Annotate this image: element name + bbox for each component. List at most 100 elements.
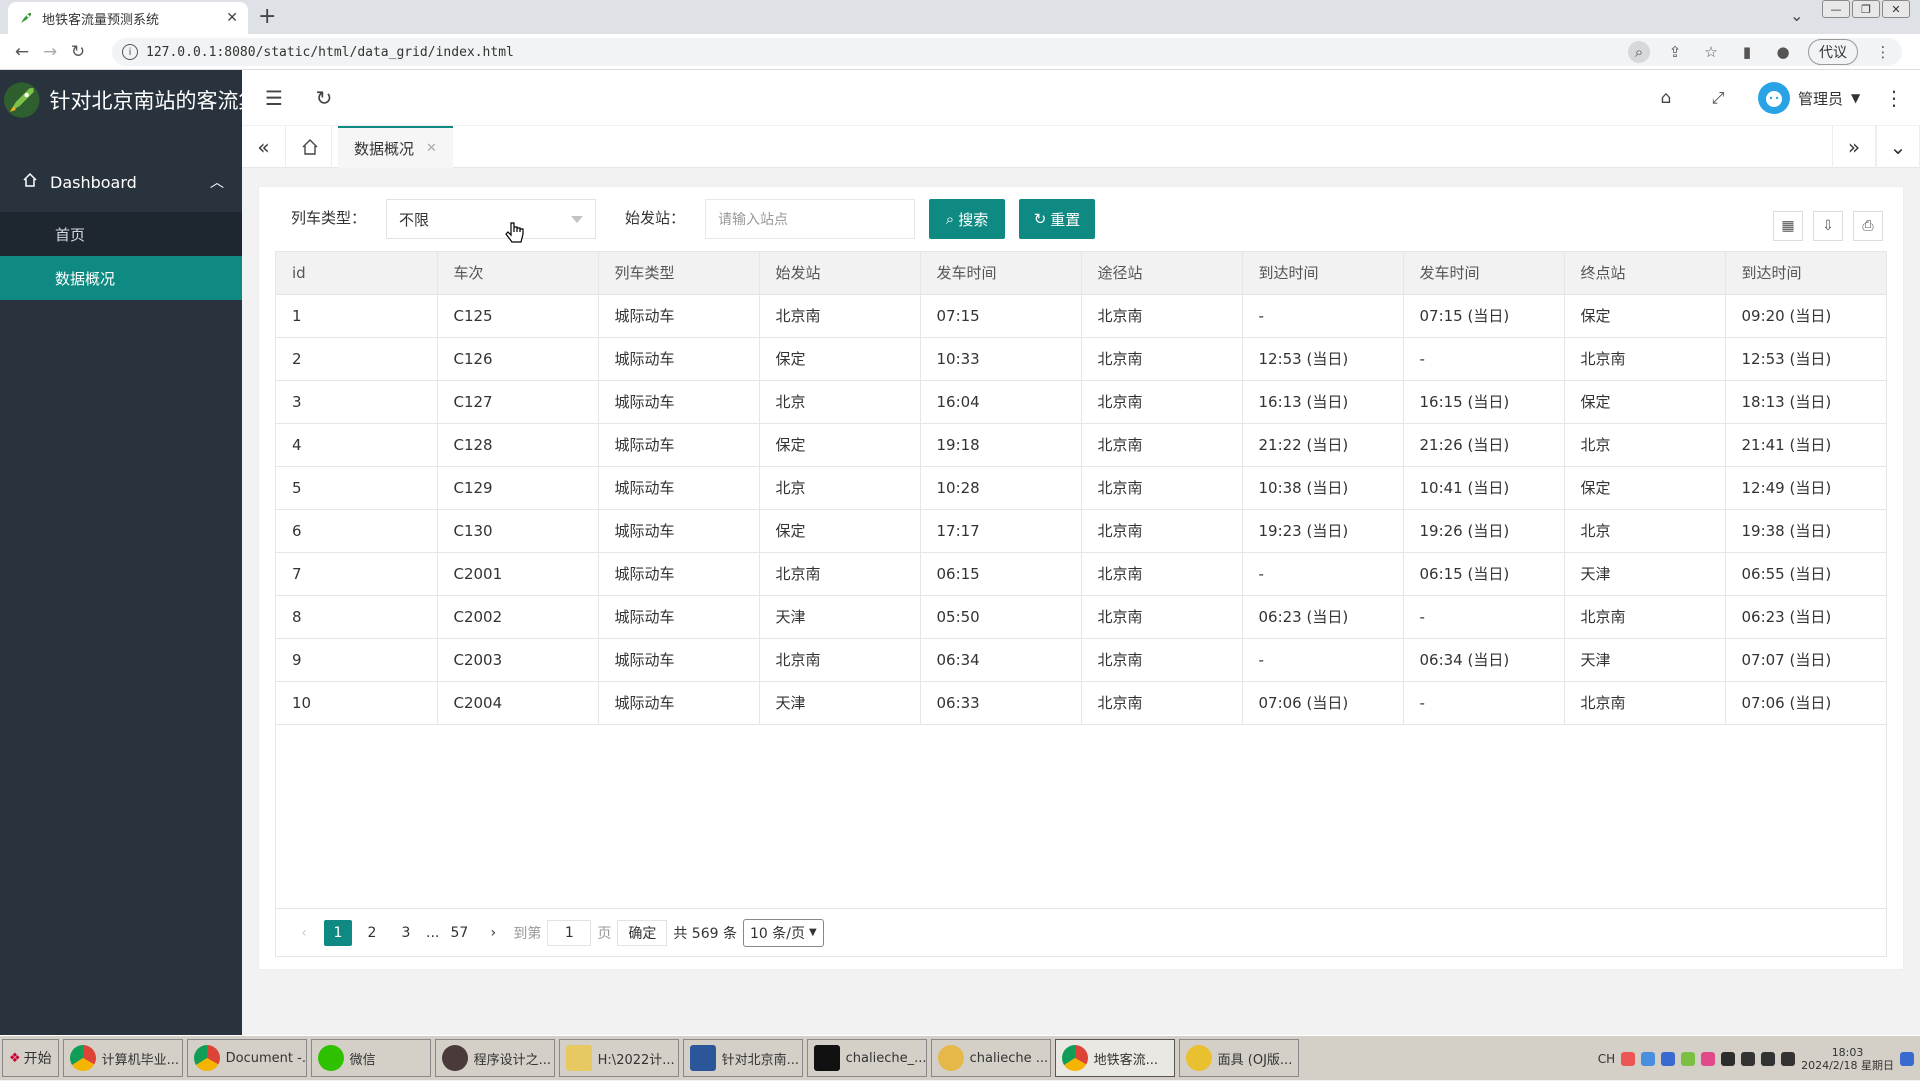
- print-icon[interactable]: ⎙: [1853, 211, 1883, 241]
- qq-icon[interactable]: [1781, 1051, 1796, 1066]
- table-row[interactable]: 5 C129 城际动车 北京 10:28 北京南 10:38 (当日) 10:41 (当日) 保…: [276, 466, 1886, 510]
- restore-icon[interactable]: ❐: [1852, 0, 1880, 18]
- search-button[interactable]: ⌕ 搜索: [929, 199, 1005, 239]
- origin-input[interactable]: 请输入站点: [705, 199, 915, 239]
- home-tab-icon[interactable]: [288, 126, 332, 168]
- fullscreen-icon[interactable]: ⤢: [1706, 86, 1730, 110]
- tray-app-icon[interactable]: [1681, 1051, 1696, 1066]
- tab-search-chevron-icon[interactable]: ⌄: [1790, 6, 1803, 25]
- task-folder[interactable]: H:\2022计...: [558, 1039, 679, 1077]
- column-header[interactable]: 车次: [437, 252, 599, 295]
- page-1[interactable]: 1: [324, 919, 352, 946]
- ime-icon[interactable]: [1621, 1051, 1636, 1066]
- clock[interactable]: 18:03 2024/2/18 星期日: [1801, 1046, 1894, 1072]
- scroll-right-double-chevron-icon[interactable]: »: [1832, 126, 1876, 168]
- nvidia-icon[interactable]: [1721, 1051, 1736, 1066]
- profile-icon[interactable]: ●: [1772, 41, 1794, 63]
- zoom-icon[interactable]: ⌕: [1628, 41, 1650, 63]
- input-lang[interactable]: CH: [1598, 1052, 1615, 1066]
- share-icon[interactable]: ⇪: [1664, 41, 1686, 63]
- task-navicat[interactable]: chalieche ...: [930, 1039, 1051, 1077]
- task-label: 地铁客流...: [1093, 1052, 1159, 1068]
- page-last[interactable]: 57: [445, 920, 473, 946]
- sidebar-item-home[interactable]: 首页: [0, 212, 242, 256]
- table-cell: C2001: [437, 552, 599, 596]
- mask-app-icon: [1185, 1045, 1212, 1071]
- table-cell: 北京: [759, 380, 921, 424]
- address-bar[interactable]: i 127.0.0.1:8080/static/html/data_grid/i…: [112, 38, 1902, 66]
- next-page-icon[interactable]: ›: [479, 920, 507, 946]
- table-row[interactable]: 6 C130 城际动车 保定 17:17 北京南 19:23 (当日) 19:26 (当日) 北…: [276, 509, 1886, 553]
- table-row[interactable]: 2 C126 城际动车 保定 10:33 北京南 12:53 (当日) - 北京南 12:53 (…: [276, 337, 1886, 381]
- task-chrome-1[interactable]: 计算机毕业...: [62, 1039, 183, 1077]
- column-header[interactable]: id: [276, 252, 438, 295]
- qq-icon[interactable]: [1761, 1051, 1776, 1066]
- new-tab-icon[interactable]: +: [258, 4, 276, 30]
- bookmark-star-icon[interactable]: ☆: [1700, 41, 1722, 63]
- tab-data-overview[interactable]: 数据概况 ✕: [338, 126, 453, 168]
- tag-icon[interactable]: ⌂: [1654, 86, 1678, 110]
- task-video[interactable]: 程序设计之...: [434, 1039, 555, 1077]
- more-vertical-icon[interactable]: ⋮: [1882, 86, 1906, 110]
- task-chrome-2[interactable]: Document -...: [186, 1039, 307, 1077]
- task-word[interactable]: 针对北京南...: [682, 1039, 803, 1077]
- side-panel-icon[interactable]: ▮: [1736, 41, 1758, 63]
- start-button[interactable]: ❖ 开始: [2, 1039, 59, 1077]
- tray-app-icon[interactable]: [1701, 1051, 1716, 1066]
- column-header[interactable]: 发车时间: [920, 252, 1082, 295]
- table-cell: 城际动车: [598, 380, 760, 424]
- table-row[interactable]: 4 C128 城际动车 保定 19:18 北京南 21:22 (当日) 21:26 (当日) 北…: [276, 423, 1886, 467]
- columns-filter-icon[interactable]: ▦: [1773, 211, 1803, 241]
- train-type-select[interactable]: 不限: [386, 199, 596, 239]
- column-header[interactable]: 始发站: [759, 252, 921, 295]
- column-header[interactable]: 途径站: [1081, 252, 1243, 295]
- sidebar-item-data-overview[interactable]: 数据概况: [0, 256, 242, 300]
- goto-page-input[interactable]: 1: [547, 919, 592, 946]
- table-cell: 4: [276, 423, 438, 467]
- page-3[interactable]: 3: [392, 920, 420, 946]
- forward-arrow-icon[interactable]: →: [36, 42, 64, 62]
- browser-tab[interactable]: 地铁客流量预测系统 ✕: [8, 2, 248, 34]
- task-pycharm[interactable]: chalieche_...: [806, 1039, 927, 1077]
- close-window-icon[interactable]: ✕: [1882, 0, 1910, 18]
- collapse-menu-icon[interactable]: ☰: [262, 86, 286, 110]
- minimize-icon[interactable]: —: [1822, 0, 1850, 18]
- goto-confirm-button[interactable]: 确定: [617, 919, 668, 946]
- column-header[interactable]: 发车时间: [1403, 252, 1565, 295]
- column-header[interactable]: 列车类型: [598, 252, 760, 295]
- security-shield-icon[interactable]: [1661, 1051, 1676, 1066]
- scroll-left-double-chevron-icon[interactable]: «: [242, 126, 286, 168]
- table-row[interactable]: 9 C2003 城际动车 北京南 06:34 北京南 -06:34 (当日) 天津 07:07 …: [276, 638, 1886, 682]
- tab-options-chevron-down-icon[interactable]: ⌄: [1876, 126, 1920, 168]
- page-size-select[interactable]: 10 条/页 ▼: [742, 918, 824, 947]
- task-mask[interactable]: 面具 (OJ版...: [1178, 1039, 1299, 1077]
- task-chrome-active[interactable]: 地铁客流...: [1054, 1039, 1175, 1077]
- column-header[interactable]: 到达时间: [1242, 252, 1404, 295]
- close-page-tab-icon[interactable]: ✕: [426, 141, 437, 156]
- qq-icon[interactable]: [1741, 1051, 1756, 1066]
- refresh-icon[interactable]: ↻: [312, 86, 336, 110]
- export-icon[interactable]: ⇩: [1813, 211, 1843, 241]
- table-row[interactable]: 8 C2002 城际动车 天津 05:50 北京南 06:23 (当日) - 北京南 06:23 …: [276, 595, 1886, 639]
- column-header[interactable]: 终点站: [1564, 252, 1726, 295]
- tray-app-icon[interactable]: [1641, 1051, 1656, 1066]
- profile-pill[interactable]: 代议: [1808, 39, 1858, 65]
- task-wechat[interactable]: 微信: [310, 1039, 431, 1077]
- table-row[interactable]: 3 C127 城际动车 北京 16:04 北京南 16:13 (当日) 16:15 (当日) 保…: [276, 380, 1886, 424]
- browser-menu-icon[interactable]: ⋮: [1872, 41, 1894, 63]
- close-tab-icon[interactable]: ✕: [226, 10, 238, 26]
- reload-icon[interactable]: ↻: [64, 42, 92, 62]
- column-header[interactable]: 到达时间: [1725, 252, 1886, 295]
- page-2[interactable]: 2: [358, 920, 386, 946]
- table-row[interactable]: 7 C2001 城际动车 北京南 06:15 北京南 -06:15 (当日) 天津 06:55 …: [276, 552, 1886, 596]
- table-row[interactable]: 10 C2004 城际动车 天津 06:33 北京南 07:06 (当日) - 北京南 07:06…: [276, 681, 1886, 725]
- reset-button[interactable]: ↻ 重置: [1019, 199, 1095, 239]
- menu-group-dashboard[interactable]: Dashboard ︿: [0, 152, 242, 212]
- back-arrow-icon[interactable]: ←: [8, 42, 36, 62]
- filter-bar: 列车类型： 不限 始发站： 请输入站点 ⌕ 搜索 ↻ 重置 ▦ ⇩ ⎙: [259, 187, 1903, 247]
- site-info-icon[interactable]: i: [122, 44, 138, 60]
- table-row[interactable]: 1 C125 城际动车 北京南 07:15 北京南 -07:15 (当日) 保定 09:20 (…: [276, 294, 1886, 338]
- show-desktop-icon[interactable]: [1900, 1051, 1914, 1066]
- prev-page-icon[interactable]: ‹: [290, 920, 318, 946]
- user-menu[interactable]: 管理员 ▼: [1758, 82, 1860, 114]
